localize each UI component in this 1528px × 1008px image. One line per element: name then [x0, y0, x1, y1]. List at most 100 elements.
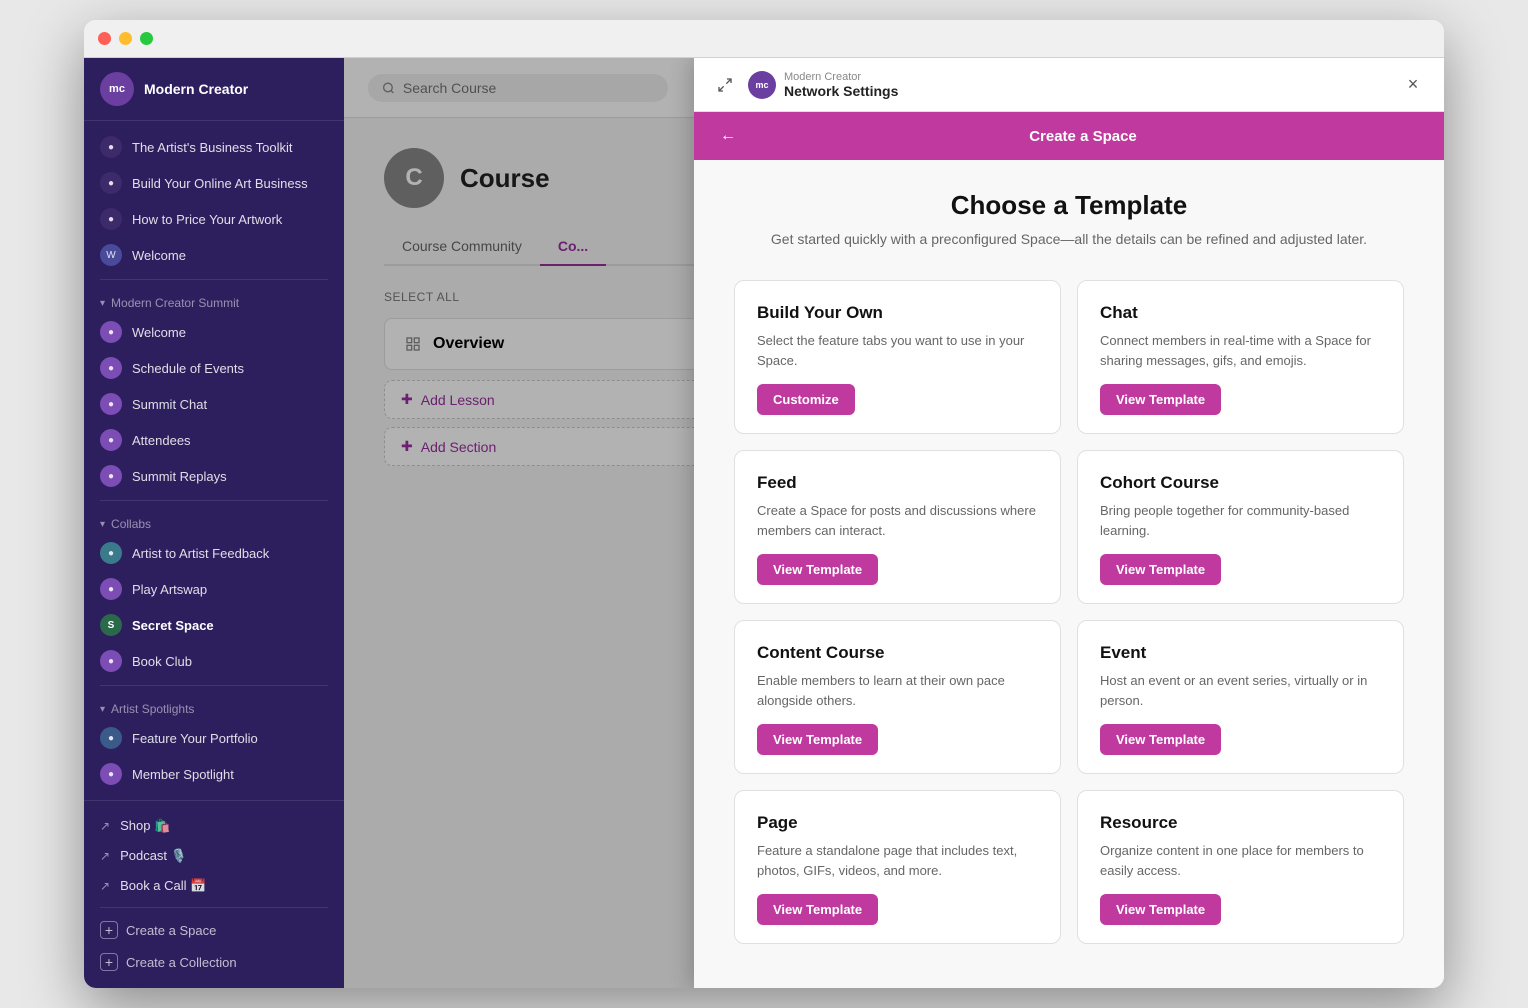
modal-brand-sub: Modern Creator — [784, 71, 898, 83]
template-feed-title: Feed — [757, 473, 1038, 493]
template-build-your-own-desc: Select the feature tabs you want to use … — [757, 331, 1038, 370]
sidebar-item-artswap[interactable]: ● Play Artswap — [84, 571, 344, 607]
spotlights-chevron: ▾ — [100, 704, 105, 715]
summit-welcome-icon: ● — [100, 321, 122, 343]
view-template-chat-btn[interactable]: View Template — [1100, 384, 1221, 415]
divider-2 — [100, 500, 328, 501]
network-settings-modal: mc Modern Creator Network Settings × ← C… — [694, 58, 1444, 988]
modal-expand-btn[interactable] — [710, 70, 740, 100]
modal-close-btn[interactable]: × — [1398, 70, 1428, 100]
sidebar-item-portfolio[interactable]: ● Feature Your Portfolio — [84, 720, 344, 756]
sidebar-item-summit-replays[interactable]: ● Summit Replays — [84, 458, 344, 494]
minimize-window-btn[interactable] — [119, 32, 132, 45]
pricing-icon: ● — [100, 208, 122, 230]
sidebar-shop-link[interactable]: ↗ Shop 🛍️ — [84, 811, 344, 841]
artist-feedback-icon: ● — [100, 542, 122, 564]
view-template-event-btn[interactable]: View Template — [1100, 724, 1221, 755]
modal-logo: mc — [748, 71, 776, 99]
modal-back-btn[interactable]: ← — [714, 122, 742, 150]
sidebar-item-book-club[interactable]: ● Book Club — [84, 643, 344, 679]
sidebar-item-welcome-course[interactable]: W Welcome — [84, 237, 344, 273]
secret-space-icon: S — [100, 614, 122, 636]
template-cohort-title: Cohort Course — [1100, 473, 1381, 493]
sidebar-footer: ↗ Shop 🛍️ ↗ Podcast 🎙️ ↗ Book a Call 📅 +… — [84, 800, 344, 988]
collabs-section-header[interactable]: ▾ Collabs — [84, 507, 344, 535]
modal-body: Choose a Template Get started quickly wi… — [694, 160, 1444, 988]
template-card-content-course: Content Course Enable members to learn a… — [734, 620, 1061, 774]
template-card-chat: Chat Connect members in real-time with a… — [1077, 280, 1404, 434]
template-grid: Build Your Own Select the feature tabs y… — [734, 280, 1404, 944]
modal-brand: mc Modern Creator Network Settings — [748, 71, 898, 99]
plus-icon-space: + — [100, 921, 118, 939]
external-link-icon-2: ↗ — [100, 849, 110, 863]
sidebar-item-pricing[interactable]: ● How to Price Your Artwork — [84, 201, 344, 237]
sidebar-podcast-link[interactable]: ↗ Podcast 🎙️ — [84, 841, 344, 871]
sidebar-header: mc Modern Creator — [84, 58, 344, 121]
sidebar-item-member-spotlight[interactable]: ● Member Spotlight — [84, 756, 344, 792]
template-card-feed: Feed Create a Space for posts and discus… — [734, 450, 1061, 604]
summit-chat-icon: ● — [100, 393, 122, 415]
divider-4 — [100, 907, 328, 908]
sidebar-brand-label: Modern Creator — [144, 81, 248, 97]
template-cohort-desc: Bring people together for community-base… — [1100, 501, 1381, 540]
create-collection-link[interactable]: + Create a Collection — [84, 946, 344, 978]
modal-header-bar: ← Create a Space — [694, 112, 1444, 160]
choose-template-title: Choose a Template — [734, 190, 1404, 221]
modal-topbar: mc Modern Creator Network Settings × — [694, 58, 1444, 112]
maximize-window-btn[interactable] — [140, 32, 153, 45]
template-chat-desc: Connect members in real-time with a Spac… — [1100, 331, 1381, 370]
attendees-icon: ● — [100, 429, 122, 451]
plus-icon-collection: + — [100, 953, 118, 971]
customize-btn[interactable]: Customize — [757, 384, 855, 415]
sidebar-item-schedule[interactable]: ● Schedule of Events — [84, 350, 344, 386]
schedule-icon: ● — [100, 357, 122, 379]
book-club-icon: ● — [100, 650, 122, 672]
summit-chevron: ▾ — [100, 298, 105, 309]
view-template-resource-btn[interactable]: View Template — [1100, 894, 1221, 925]
spotlights-section-header[interactable]: ▾ Artist Spotlights — [84, 692, 344, 720]
view-template-cohort-btn[interactable]: View Template — [1100, 554, 1221, 585]
toolkit-icon: ● — [100, 136, 122, 158]
view-template-page-btn[interactable]: View Template — [757, 894, 878, 925]
template-card-resource: Resource Organize content in one place f… — [1077, 790, 1404, 944]
sidebar-content: ● The Artist's Business Toolkit ● Build … — [84, 121, 344, 800]
template-card-page: Page Feature a standalone page that incl… — [734, 790, 1061, 944]
mac-window: mc Modern Creator ● The Artist's Busines… — [84, 20, 1444, 988]
artswap-icon: ● — [100, 578, 122, 600]
template-event-title: Event — [1100, 643, 1381, 663]
sidebar-book-call-link[interactable]: ↗ Book a Call 📅 — [84, 871, 344, 901]
sidebar-item-attendees[interactable]: ● Attendees — [84, 422, 344, 458]
template-resource-title: Resource — [1100, 813, 1381, 833]
sidebar: mc Modern Creator ● The Artist's Busines… — [84, 58, 344, 988]
collabs-chevron: ▾ — [100, 519, 105, 530]
summit-section-header[interactable]: ▾ Modern Creator Summit — [84, 286, 344, 314]
template-chat-title: Chat — [1100, 303, 1381, 323]
template-resource-desc: Organize content in one place for member… — [1100, 841, 1381, 880]
titlebar — [84, 20, 1444, 58]
member-spotlight-icon: ● — [100, 763, 122, 785]
template-content-course-title: Content Course — [757, 643, 1038, 663]
welcome-course-icon: W — [100, 244, 122, 266]
template-card-event: Event Host an event or an event series, … — [1077, 620, 1404, 774]
close-window-btn[interactable] — [98, 32, 111, 45]
sidebar-item-secret-space[interactable]: S Secret Space — [84, 607, 344, 643]
external-link-icon: ↗ — [100, 819, 110, 833]
external-link-icon-3: ↗ — [100, 879, 110, 893]
sidebar-item-summit-chat[interactable]: ● Summit Chat — [84, 386, 344, 422]
sidebar-item-summit-welcome[interactable]: ● Welcome — [84, 314, 344, 350]
template-event-desc: Host an event or an event series, virtua… — [1100, 671, 1381, 710]
modal-brand-text: Modern Creator Network Settings — [784, 71, 898, 99]
sidebar-item-toolkit[interactable]: ● The Artist's Business Toolkit — [84, 129, 344, 165]
template-card-cohort: Cohort Course Bring people together for … — [1077, 450, 1404, 604]
template-card-build-your-own: Build Your Own Select the feature tabs y… — [734, 280, 1061, 434]
modal-brand-title: Network Settings — [784, 83, 898, 99]
sidebar-item-artist-feedback[interactable]: ● Artist to Artist Feedback — [84, 535, 344, 571]
create-space-link[interactable]: + Create a Space — [84, 914, 344, 946]
view-template-feed-btn[interactable]: View Template — [757, 554, 878, 585]
sidebar-logo: mc — [100, 72, 134, 106]
modal-header-title: Create a Space — [742, 128, 1424, 145]
divider-1 — [100, 279, 328, 280]
sidebar-item-online-biz[interactable]: ● Build Your Online Art Business — [84, 165, 344, 201]
view-template-content-course-btn[interactable]: View Template — [757, 724, 878, 755]
divider-3 — [100, 685, 328, 686]
